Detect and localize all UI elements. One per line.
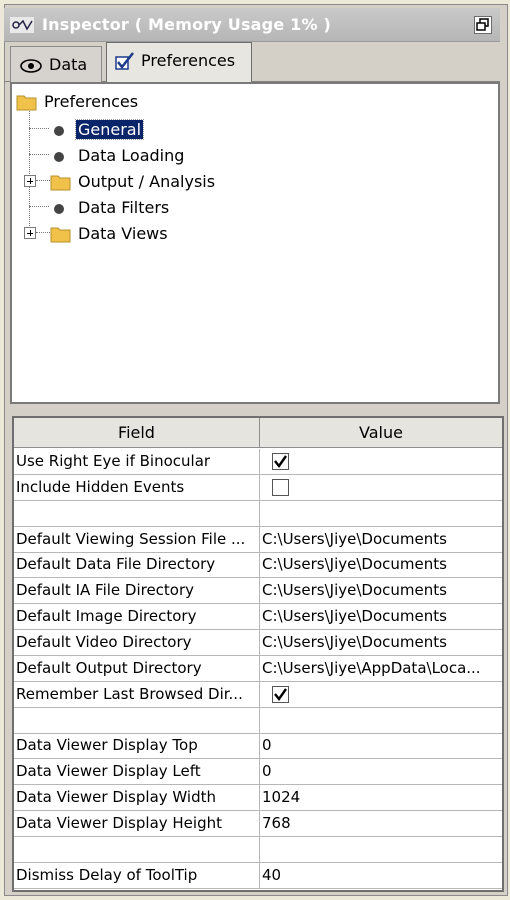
inspector-icon bbox=[10, 17, 34, 33]
field-cell bbox=[14, 707, 260, 734]
property-grid: Field Value Use Right Eye if Binocular In… bbox=[12, 416, 504, 892]
pane-splitter[interactable] bbox=[10, 404, 500, 416]
tab-preferences[interactable]: Preferences bbox=[106, 42, 252, 82]
table-row[interactable]: Default IA File Directory C:\Users\Jiye\D… bbox=[14, 578, 502, 605]
value-cell[interactable]: 1024 bbox=[260, 785, 502, 811]
value-cell[interactable]: C:\Users\Jiye\Documents bbox=[260, 527, 502, 553]
restore-icon bbox=[476, 18, 489, 31]
column-header-value[interactable]: Value bbox=[260, 418, 502, 448]
table-row[interactable]: Default Video Directory C:\Users\Jiye\Doc… bbox=[14, 629, 502, 656]
table-row[interactable]: Dismiss Delay of ToolTip 40 bbox=[14, 862, 502, 889]
tree-connector bbox=[29, 128, 49, 129]
value-checkbox[interactable] bbox=[272, 685, 289, 703]
tree-connector bbox=[29, 206, 49, 207]
table-row[interactable]: Default Image Directory C:\Users\Jiye\Doc… bbox=[14, 604, 502, 631]
expand-icon[interactable] bbox=[24, 227, 36, 239]
field-cell: Data Viewer Display Width bbox=[14, 785, 260, 812]
value-cell[interactable] bbox=[260, 682, 502, 708]
preferences-tree: Preferences General Data Loading Output … bbox=[10, 82, 500, 404]
table-row[interactable]: Remember Last Browsed Dir... bbox=[14, 681, 502, 708]
table-row[interactable] bbox=[14, 707, 502, 734]
tree-item-label: Data Loading bbox=[78, 146, 185, 165]
field-cell: Default Output Directory bbox=[14, 655, 260, 682]
folder-icon bbox=[16, 95, 37, 111]
value-cell[interactable]: 768 bbox=[260, 811, 502, 837]
tree-item-label: Data Views bbox=[78, 224, 168, 243]
table-row[interactable]: Default Viewing Session File ... C:\Users… bbox=[14, 526, 502, 553]
value-cell[interactable] bbox=[260, 501, 502, 527]
value-cell[interactable]: 0 bbox=[260, 759, 502, 785]
field-cell: Default IA File Directory bbox=[14, 578, 260, 605]
value-cell[interactable]: C:\Users\Jiye\AppData\Loca... bbox=[260, 656, 502, 682]
field-cell: Use Right Eye if Binocular bbox=[14, 449, 260, 475]
field-cell: Default Image Directory bbox=[14, 604, 260, 631]
window-title: Inspector ( Memory Usage 1% ) bbox=[42, 15, 332, 34]
tree-connector bbox=[36, 232, 50, 233]
table-row[interactable]: Data Viewer Display Top 0 bbox=[14, 733, 502, 760]
tree-connector bbox=[29, 154, 49, 155]
restore-window-button[interactable] bbox=[474, 16, 492, 34]
value-checkbox[interactable] bbox=[272, 453, 289, 470]
tree-root-label: Preferences bbox=[44, 92, 139, 111]
tab-preferences-label: Preferences bbox=[141, 51, 236, 70]
value-cell[interactable] bbox=[260, 837, 502, 863]
bullet-icon bbox=[54, 204, 64, 214]
table-row[interactable] bbox=[14, 500, 502, 527]
bullet-icon bbox=[54, 126, 64, 136]
field-cell: Data Viewer Display Top bbox=[14, 733, 260, 760]
checkmark-icon bbox=[115, 52, 134, 70]
value-cell[interactable] bbox=[260, 475, 502, 501]
field-cell: Default Viewing Session File ... bbox=[14, 526, 260, 553]
tab-data-label: Data bbox=[49, 55, 88, 74]
value-cell[interactable]: C:\Users\Jiye\Documents bbox=[260, 552, 502, 578]
value-cell[interactable]: 40 bbox=[260, 863, 502, 889]
title-bar: Inspector ( Memory Usage 1% ) bbox=[4, 8, 500, 42]
checkmark-icon bbox=[274, 455, 287, 469]
field-cell: Default Data File Directory bbox=[14, 552, 260, 579]
eye-icon bbox=[20, 59, 42, 73]
bullet-icon bbox=[54, 152, 64, 162]
value-cell[interactable] bbox=[260, 449, 502, 475]
tree-connector bbox=[36, 180, 50, 181]
checkmark-icon bbox=[274, 687, 287, 701]
tree-item-label: Data Filters bbox=[78, 198, 170, 217]
value-cell[interactable]: C:\Users\Jiye\Documents bbox=[260, 604, 502, 630]
table-row[interactable]: Data Viewer Display Width 1024 bbox=[14, 785, 502, 812]
field-cell: Dismiss Delay of ToolTip bbox=[14, 862, 260, 889]
field-cell: Remember Last Browsed Dir... bbox=[14, 681, 260, 708]
value-cell[interactable]: C:\Users\Jiye\Documents bbox=[260, 578, 502, 604]
table-row[interactable]: Data Viewer Display Left 0 bbox=[14, 759, 502, 786]
grid-header: Field Value bbox=[14, 418, 502, 448]
expand-icon[interactable] bbox=[24, 175, 36, 187]
field-cell: Default Video Directory bbox=[14, 629, 260, 656]
table-row[interactable]: Data Viewer Display Height 768 bbox=[14, 810, 502, 837]
field-cell bbox=[14, 836, 260, 863]
folder-icon bbox=[50, 175, 71, 191]
table-row[interactable] bbox=[14, 836, 502, 863]
table-row[interactable]: Default Data File Directory C:\Users\Jiye… bbox=[14, 552, 502, 579]
field-cell: Include Hidden Events bbox=[14, 474, 260, 501]
tree-item-label: Output / Analysis bbox=[78, 172, 216, 191]
value-cell[interactable] bbox=[260, 708, 502, 734]
table-row[interactable]: Use Right Eye if Binocular bbox=[14, 449, 502, 475]
tree-item-label: General bbox=[74, 119, 145, 140]
value-cell[interactable]: C:\Users\Jiye\Documents bbox=[260, 630, 502, 656]
folder-icon bbox=[50, 227, 71, 243]
field-cell bbox=[14, 500, 260, 527]
value-cell[interactable]: 0 bbox=[260, 733, 502, 759]
tab-data[interactable]: Data bbox=[10, 46, 102, 82]
column-header-field[interactable]: Field bbox=[14, 418, 260, 448]
tab-bar: Data Preferences bbox=[4, 42, 500, 82]
field-cell: Data Viewer Display Left bbox=[14, 759, 260, 786]
tree-connector bbox=[29, 106, 30, 234]
table-row[interactable]: Default Output Directory C:\Users\Jiye\Ap… bbox=[14, 655, 502, 682]
value-checkbox[interactable] bbox=[272, 478, 289, 496]
field-cell: Data Viewer Display Height bbox=[14, 810, 260, 837]
table-row[interactable]: Include Hidden Events bbox=[14, 474, 502, 501]
